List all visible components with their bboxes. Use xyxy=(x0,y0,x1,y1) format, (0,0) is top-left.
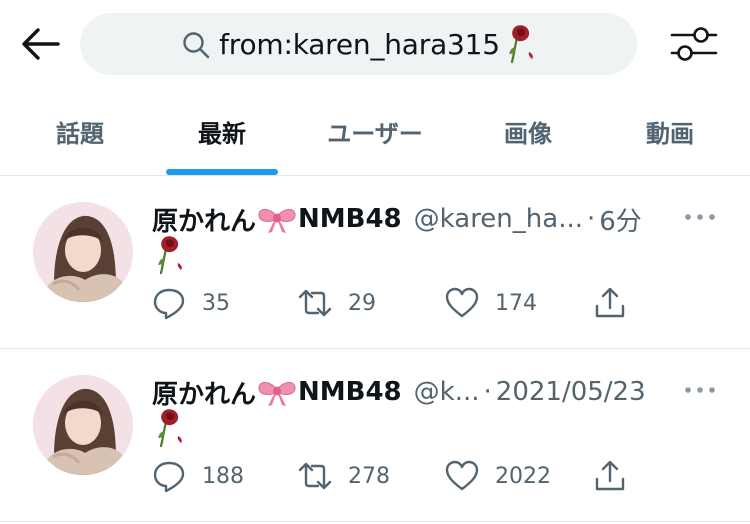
retweet-icon xyxy=(298,462,332,490)
user-handle[interactable]: @k... xyxy=(414,377,480,407)
retweet-count: 278 xyxy=(348,463,390,489)
retweet-button[interactable]: 29 xyxy=(298,283,376,323)
search-icon xyxy=(183,32,210,59)
heart-icon xyxy=(445,460,479,491)
display-name-suffix[interactable]: NMB48 xyxy=(298,204,402,234)
share-button[interactable] xyxy=(593,456,627,496)
avatar[interactable] xyxy=(33,375,133,475)
user-handle[interactable]: @karen_ha... xyxy=(414,204,583,234)
tabs-divider xyxy=(0,175,750,176)
back-button[interactable] xyxy=(20,24,62,64)
tab-videos[interactable]: 動画 xyxy=(610,114,730,154)
reply-button[interactable]: 188 xyxy=(152,456,244,496)
tweet-header: 原かれん NMB48 @karen_ha... · 6分 xyxy=(152,199,642,239)
retweet-icon xyxy=(298,289,332,317)
wilted-rose-icon xyxy=(158,409,182,448)
ribbon-icon xyxy=(258,209,296,233)
tweet-header: 原かれん NMB48 @k... · 2021/05/23 xyxy=(152,372,646,412)
reply-count: 35 xyxy=(202,290,230,316)
separator-dot: · xyxy=(483,377,492,407)
separator-dot: · xyxy=(587,204,596,234)
avatar-photo xyxy=(33,375,133,475)
display-name[interactable]: 原かれん xyxy=(152,201,256,238)
tab-top[interactable]: 話題 xyxy=(20,114,140,154)
search-query-text: from:karen_hara315 xyxy=(219,27,500,61)
tweet-time[interactable]: 6分 xyxy=(599,201,642,238)
share-icon xyxy=(595,460,625,491)
tweet-actions: 188 278 2022 xyxy=(152,456,652,496)
wilted-rose-icon xyxy=(508,25,533,64)
search-input[interactable]: from:karen_hara315 xyxy=(80,13,637,75)
ribbon-icon xyxy=(258,382,296,406)
tweet[interactable]: 原かれん NMB48 @k... · 2021/05/23 188 278 20… xyxy=(0,350,750,522)
search-tabs: 話題 最新 ユーザー 画像 動画 xyxy=(0,100,750,175)
heart-icon xyxy=(445,287,479,318)
tweet-divider xyxy=(0,348,750,349)
display-name[interactable]: 原かれん xyxy=(152,374,256,411)
like-count: 2022 xyxy=(495,463,551,489)
arrow-left-icon xyxy=(22,28,60,60)
tweet-divider xyxy=(0,521,750,522)
avatar-photo xyxy=(33,202,133,302)
reply-icon xyxy=(153,288,185,320)
avatar[interactable] xyxy=(33,202,133,302)
reply-count: 188 xyxy=(202,463,244,489)
more-horizontal-icon[interactable] xyxy=(683,212,717,222)
tab-photos[interactable]: 画像 xyxy=(468,114,588,154)
like-button[interactable]: 174 xyxy=(445,283,537,323)
retweet-button[interactable]: 278 xyxy=(298,456,390,496)
tweet[interactable]: 原かれん NMB48 @karen_ha... · 6分 35 29 174 xyxy=(0,177,750,349)
tab-latest[interactable]: 最新 xyxy=(162,114,282,154)
reply-icon xyxy=(153,461,185,493)
retweet-count: 29 xyxy=(348,290,376,316)
wilted-rose-icon xyxy=(158,236,182,275)
sliders-icon xyxy=(670,27,718,61)
more-horizontal-icon[interactable] xyxy=(683,385,717,395)
reply-button[interactable]: 35 xyxy=(152,283,230,323)
twitter-search-results-screen: from:karen_hara315 話題 最新 ユーザー 画像 動画 原かれん… xyxy=(0,0,750,524)
tweet-actions: 35 29 174 xyxy=(152,283,652,323)
display-name-suffix[interactable]: NMB48 xyxy=(298,377,402,407)
tab-users[interactable]: ユーザー xyxy=(305,114,445,154)
like-button[interactable]: 2022 xyxy=(445,456,551,496)
share-button[interactable] xyxy=(593,283,627,323)
search-filter-button[interactable] xyxy=(668,22,720,66)
tweet-time[interactable]: 2021/05/23 xyxy=(496,377,646,407)
like-count: 174 xyxy=(495,290,537,316)
share-icon xyxy=(595,287,625,318)
